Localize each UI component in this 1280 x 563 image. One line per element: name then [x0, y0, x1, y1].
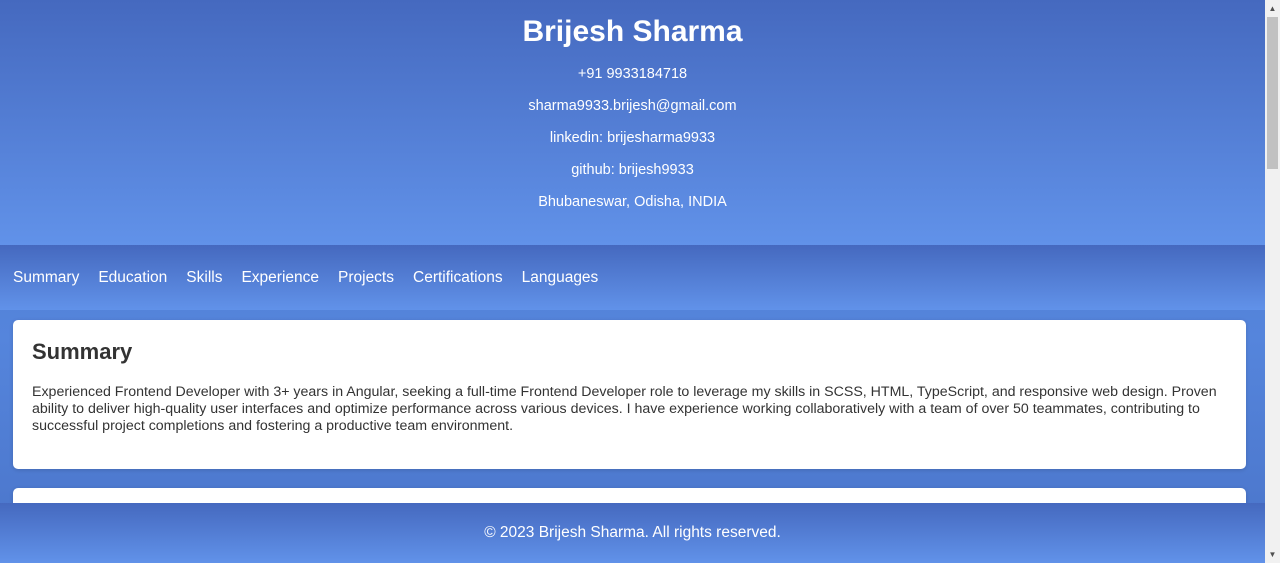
email-address: sharma9933.brijesh@gmail.com — [528, 98, 737, 114]
nav-link-experience[interactable]: Experience — [241, 268, 319, 288]
github-handle: github: brijesh9933 — [571, 162, 694, 178]
nav-link-skills[interactable]: Skills — [186, 268, 222, 288]
summary-text: Experienced Frontend Developer with 3+ y… — [32, 384, 1217, 434]
scroll-down-arrow-icon[interactable]: ▼ — [1265, 546, 1280, 563]
resume-page: Brijesh Sharma +91 9933184718 sharma9933… — [0, 0, 1265, 563]
nav-link-projects[interactable]: Projects — [338, 268, 394, 288]
footer: © 2023 Brijesh Sharma. All rights reserv… — [0, 503, 1265, 563]
summary-heading: Summary — [32, 339, 133, 364]
location: Bhubaneswar, Odisha, INDIA — [538, 194, 727, 210]
nav-link-certifications[interactable]: Certifications — [413, 268, 503, 288]
copyright-text: © 2023 Brijesh Sharma. All rights reserv… — [484, 524, 781, 541]
summary-section: Summary Experienced Frontend Developer w… — [13, 320, 1246, 469]
linkedin-handle: linkedin: brijesharma9933 — [549, 130, 716, 146]
section-nav: Summary Education Skills Experience Proj… — [0, 245, 1265, 310]
scroll-thumb[interactable] — [1267, 17, 1278, 169]
header: Brijesh Sharma +91 9933184718 sharma9933… — [0, 0, 1265, 245]
nav-link-education[interactable]: Education — [98, 268, 167, 288]
scroll-up-arrow-icon[interactable]: ▲ — [1265, 0, 1280, 17]
phone-number: +91 9933184718 — [577, 66, 688, 82]
nav-link-languages[interactable]: Languages — [522, 268, 599, 288]
page-scrollbar[interactable]: ▲ ▼ — [1265, 0, 1280, 563]
page-title: Brijesh Sharma — [522, 15, 743, 48]
nav-link-summary[interactable]: Summary — [13, 268, 79, 288]
